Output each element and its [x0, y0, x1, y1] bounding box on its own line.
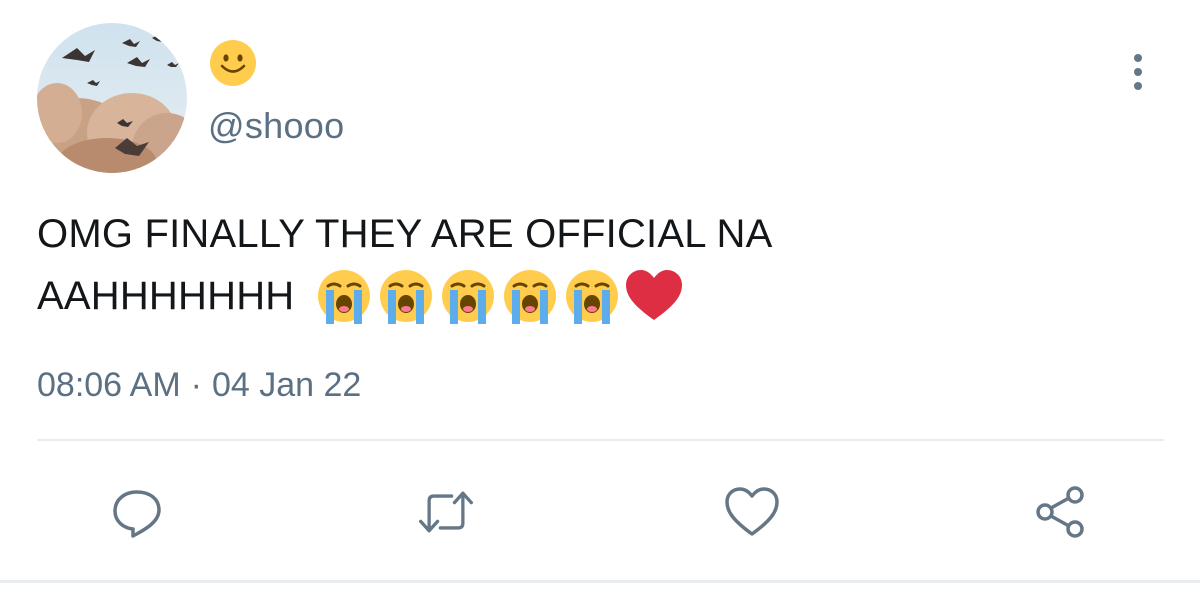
tweet-timestamp: 08:06 AM · 04 Jan 22 [37, 362, 361, 408]
reply-button[interactable] [107, 482, 167, 542]
more-vertical-icon [1134, 54, 1142, 90]
emoji-row [314, 266, 684, 326]
share-icon [1036, 486, 1084, 538]
loudly-crying-face-icon [380, 270, 433, 324]
tweet-text-line-2: AAHHHHHHH [37, 274, 295, 318]
loudly-crying-face-icon [504, 270, 557, 324]
smiling-face-icon [210, 40, 256, 86]
tweet-text-line-2-row: AAHHHHHHH [37, 265, 1137, 327]
loudly-crying-face-icon [442, 270, 495, 324]
display-name-emoji [208, 38, 258, 88]
tweet-time: 08:06 AM [37, 366, 181, 404]
tweet-text-line-1: OMG FINALLY THEY ARE OFFICIAL NA [37, 212, 773, 256]
tweet-card: @shooo OMG FINALLY THEY ARE OFFICIAL NA … [0, 0, 1200, 600]
tweet-date: 04 Jan 22 [211, 366, 362, 404]
user-handle[interactable]: @shooo [208, 104, 344, 148]
share-button[interactable] [1030, 482, 1090, 542]
meta-separator: · [190, 366, 202, 404]
red-heart-icon [626, 270, 683, 320]
more-options-button[interactable] [1118, 50, 1158, 94]
heart-icon [725, 487, 779, 536]
retweet-icon [419, 491, 473, 533]
avatar[interactable] [37, 23, 187, 173]
tweet-text: OMG FINALLY THEY ARE OFFICIAL NA AAHHHHH… [37, 203, 1137, 327]
loudly-crying-face-icon [318, 270, 371, 324]
retweet-button[interactable] [416, 482, 476, 542]
like-button[interactable] [722, 482, 782, 542]
comment-icon [113, 490, 161, 538]
loudly-crying-face-icon [566, 270, 619, 324]
bottom-divider [0, 580, 1200, 583]
divider [37, 439, 1164, 441]
